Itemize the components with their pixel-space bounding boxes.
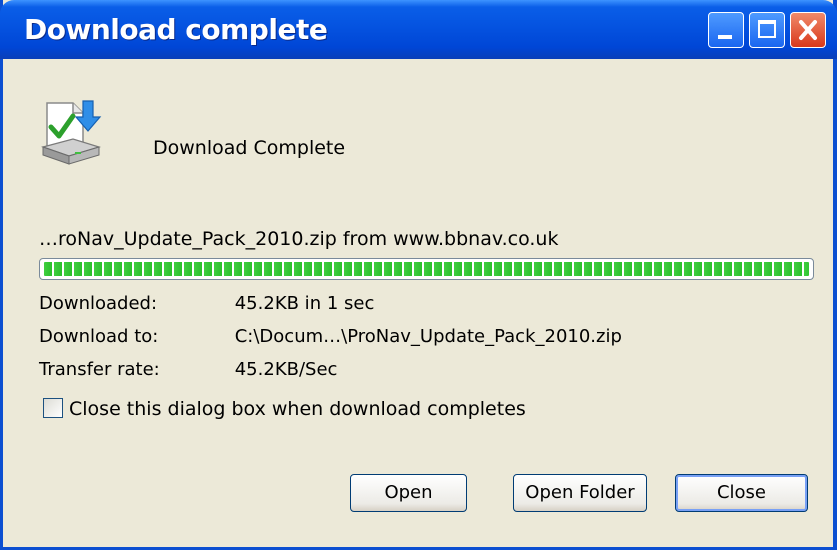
detail-row-downloaded: Downloaded: 45.2KB in 1 sec xyxy=(39,293,374,314)
close-when-complete-option[interactable]: Close this dialog box when download comp… xyxy=(43,398,526,420)
detail-value: C:\Docum…\ProNav_Update_Pack_2010.zip xyxy=(234,326,622,347)
close-when-complete-checkbox[interactable] xyxy=(43,398,63,418)
heading: Download Complete xyxy=(153,137,346,159)
detail-row-download-to: Download to: C:\Docum…\ProNav_Update_Pac… xyxy=(39,326,622,347)
detail-label: Transfer rate: xyxy=(39,359,160,380)
close-button[interactable]: Close xyxy=(675,474,808,512)
progress-fill xyxy=(44,262,809,276)
detail-value: 45.2KB/Sec xyxy=(234,359,338,380)
maximize-button[interactable] xyxy=(749,12,785,48)
download-source: …roNav_Update_Pack_2010.zip from www.bbn… xyxy=(39,228,559,250)
detail-label: Download to: xyxy=(39,326,159,347)
progress-bar xyxy=(39,258,814,280)
title-bar[interactable]: Download complete xyxy=(0,0,837,59)
download-complete-icon xyxy=(40,100,102,165)
window-title: Download complete xyxy=(24,13,328,46)
minimize-icon xyxy=(718,35,732,39)
download-dialog: Download complete Download Complete …roN… xyxy=(0,0,837,550)
close-when-complete-label[interactable]: Close this dialog box when download comp… xyxy=(69,398,526,420)
close-window-button[interactable] xyxy=(790,12,826,48)
open-button[interactable]: Open xyxy=(350,474,467,512)
maximize-icon xyxy=(758,20,776,38)
minimize-button[interactable] xyxy=(708,12,744,48)
detail-label: Downloaded: xyxy=(39,293,158,314)
close-icon xyxy=(799,20,817,40)
detail-value: 45.2KB in 1 sec xyxy=(234,293,375,314)
detail-row-transfer-rate: Transfer rate: 45.2KB/Sec xyxy=(39,359,337,380)
open-folder-button[interactable]: Open Folder xyxy=(513,474,647,512)
